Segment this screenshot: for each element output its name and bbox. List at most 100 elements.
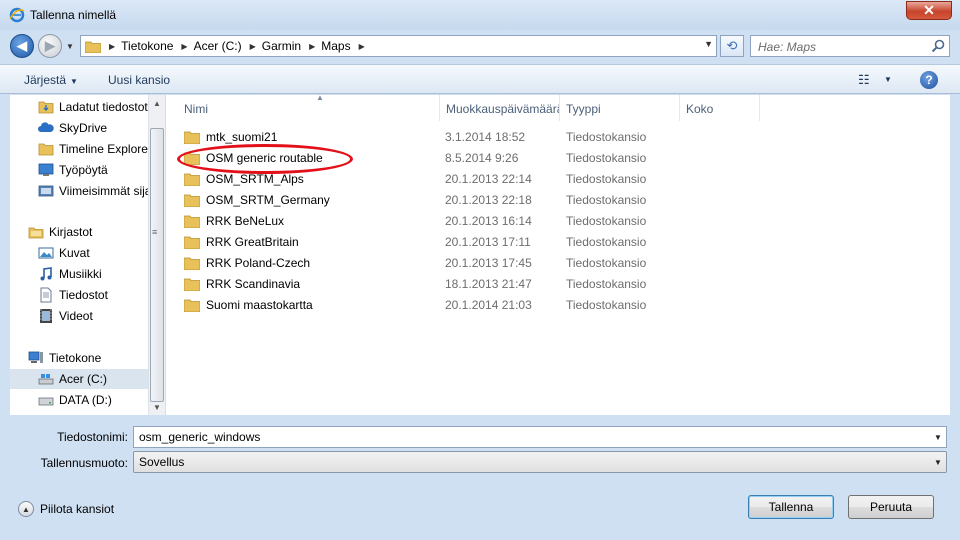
address-history-dropdown[interactable]: ▼ — [704, 39, 713, 49]
column-header-modified[interactable]: Muokkauspäivämäärä — [440, 95, 560, 121]
navpane-scrollbar[interactable]: ▲ ≡ ▼ — [148, 95, 165, 415]
folder-icon — [38, 101, 54, 114]
sidebar-item-skydrive[interactable]: SkyDrive — [38, 118, 107, 138]
sidebar-item-label: Tietokone — [49, 351, 102, 365]
desktop-icon — [38, 163, 54, 176]
search-icon[interactable] — [931, 39, 945, 53]
folder-icon — [184, 131, 200, 144]
sidebar-item-documents[interactable]: Tiedostot — [38, 285, 108, 305]
scrollbar-thumb[interactable] — [150, 128, 164, 402]
breadcrumb-arrow-icon[interactable]: ▶ — [250, 42, 256, 51]
sidebar-item-computer[interactable]: Tietokone — [28, 348, 101, 368]
table-row[interactable]: RRK Poland-Czech 20.1.2013 17:45 Tiedost… — [180, 253, 950, 274]
organize-button[interactable]: Järjestä ▼ — [24, 73, 78, 87]
sidebar-item-data-d[interactable]: DATA (D:) — [38, 390, 112, 410]
cancel-button[interactable]: Peruuta — [848, 495, 934, 519]
table-row[interactable]: RRK Scandinavia 18.1.2013 21:47 Tiedosto… — [180, 274, 950, 295]
sidebar-item-libraries[interactable]: Kirjastot — [28, 222, 92, 242]
new-folder-button[interactable]: Uusi kansio — [108, 73, 170, 87]
file-type: Tiedostokansio — [566, 256, 647, 270]
sidebar-item-label: Acer (C:) — [59, 372, 107, 386]
file-type: Tiedostokansio — [566, 193, 647, 207]
folder-icon — [184, 236, 200, 249]
file-type: Tiedostokansio — [566, 214, 647, 228]
file-type: Tiedostokansio — [566, 130, 647, 144]
breadcrumb-acer-c[interactable]: Acer (C:) — [194, 39, 242, 53]
filename-input[interactable]: osm_generic_windows — [133, 426, 947, 448]
breadcrumb-arrow-icon[interactable]: ▶ — [309, 42, 315, 51]
change-view-button[interactable]: ☷ — [858, 72, 870, 88]
filetype-select[interactable]: Sovellus — [133, 451, 947, 473]
table-row[interactable]: OSM_SRTM_Alps 20.1.2013 22:14 Tiedostoka… — [180, 169, 950, 190]
table-row[interactable]: Suomi maastokartta 20.1.2014 21:03 Tiedo… — [180, 295, 950, 316]
breadcrumb-arrow-icon[interactable]: ▶ — [109, 42, 115, 51]
skydrive-icon — [38, 122, 54, 132]
folder-icon — [184, 278, 200, 291]
column-header-name[interactable]: Nimi ▲ — [178, 93, 440, 121]
table-row[interactable]: OSM generic routable 8.5.2014 9:26 Tiedo… — [180, 148, 950, 169]
close-button[interactable]: ✕ — [906, 1, 952, 20]
sidebar-item-label: Kuvat — [59, 246, 90, 260]
file-name: Suomi maastokartta — [206, 298, 313, 312]
help-button[interactable]: ? — [920, 71, 938, 89]
table-row[interactable]: mtk_suomi21 3.1.2014 18:52 Tiedostokansi… — [180, 127, 950, 148]
sidebar-item-recent-places[interactable]: Viimeisimmät sijainnit — [38, 181, 164, 201]
breadcrumb-maps[interactable]: Maps — [321, 39, 350, 53]
chevron-down-icon[interactable]: ▼ — [934, 433, 942, 442]
sidebar-item-label: Kirjastot — [49, 225, 93, 239]
file-name: OSM_SRTM_Alps — [206, 172, 304, 186]
folder-icon — [184, 152, 200, 165]
sidebar-item-desktop[interactable]: Työpöytä — [38, 160, 108, 180]
file-name: RRK GreatBritain — [206, 235, 299, 249]
breadcrumb-tietokone[interactable]: Tietokone — [121, 39, 173, 53]
close-icon: ✕ — [923, 2, 935, 18]
forward-button[interactable]: ▶ — [38, 34, 62, 58]
sidebar-item-label: Musiikki — [59, 267, 102, 281]
sidebar-item-timeline-explorer[interactable]: Timeline Explorer — [38, 139, 152, 159]
hide-folders-button[interactable]: ▲ Piilota kansiot — [18, 501, 114, 517]
scroll-down-icon[interactable]: ▼ — [149, 399, 165, 415]
table-row[interactable]: RRK GreatBritain 20.1.2013 17:11 Tiedost… — [180, 232, 950, 253]
drive-icon — [38, 374, 54, 385]
chevron-down-icon[interactable]: ▼ — [934, 458, 942, 467]
scroll-up-icon[interactable]: ▲ — [149, 95, 165, 111]
internet-explorer-icon — [9, 7, 25, 23]
save-form: Tiedostonimi: osm_generic_windows ▼ Tall… — [0, 416, 960, 476]
file-modified: 20.1.2013 16:14 — [445, 214, 532, 228]
grip-icon: ≡ — [152, 227, 158, 237]
recent-pages-dropdown[interactable]: ▼ — [66, 42, 74, 51]
chevron-down-icon: ▼ — [70, 77, 78, 86]
column-header-label: Tyyppi — [566, 102, 601, 116]
breadcrumb-arrow-icon[interactable]: ▶ — [181, 42, 187, 51]
file-list: Nimi ▲ Muokkauspäivämäärä Tyyppi Koko mt… — [166, 93, 950, 415]
file-modified: 20.1.2013 22:18 — [445, 193, 532, 207]
sidebar-item-downloads[interactable]: Ladatut tiedostot — [38, 97, 148, 117]
column-header-type[interactable]: Tyyppi — [560, 95, 680, 121]
view-options-dropdown[interactable]: ▼ — [884, 75, 892, 84]
sidebar-item-pictures[interactable]: Kuvat — [38, 243, 90, 263]
command-bar: Järjestä ▼ Uusi kansio ☷ ▼ ? — [0, 64, 960, 94]
file-type: Tiedostokansio — [566, 151, 647, 165]
breadcrumb-arrow-icon[interactable]: ▶ — [359, 42, 365, 51]
address-bar[interactable]: ▶ Tietokone ▶ Acer (C:) ▶ Garmin ▶ Maps … — [80, 35, 717, 57]
column-header-label: Nimi — [184, 102, 208, 116]
refresh-button[interactable]: ⟲ — [720, 35, 744, 57]
file-name: OSM generic routable — [206, 151, 323, 165]
file-name: RRK Scandinavia — [206, 277, 301, 291]
table-row[interactable]: RRK BeNeLux 20.1.2013 16:14 Tiedostokans… — [180, 211, 950, 232]
sidebar-item-videos[interactable]: Videot — [38, 306, 93, 326]
save-button[interactable]: Tallenna — [748, 495, 834, 519]
sidebar-item-label: Videot — [59, 309, 93, 323]
table-row[interactable]: OSM_SRTM_Germany 20.1.2013 22:18 Tiedost… — [180, 190, 950, 211]
back-button[interactable]: ◀ — [10, 34, 34, 58]
details-view-icon: ☷ — [858, 72, 870, 87]
search-input[interactable]: Hae: Maps — [750, 35, 950, 57]
file-type: Tiedostokansio — [566, 277, 647, 291]
breadcrumb-garmin[interactable]: Garmin — [262, 39, 301, 53]
file-name: RRK BeNeLux — [206, 214, 285, 228]
dialog-footer: ▲ Piilota kansiot Tallenna Peruuta — [0, 478, 960, 540]
sidebar-item-music[interactable]: Musiikki — [38, 264, 102, 284]
column-header-size[interactable]: Koko — [680, 95, 760, 121]
file-modified: 20.1.2013 17:11 — [445, 235, 531, 249]
sidebar-item-acer-c[interactable]: Acer (C:) — [10, 369, 148, 389]
